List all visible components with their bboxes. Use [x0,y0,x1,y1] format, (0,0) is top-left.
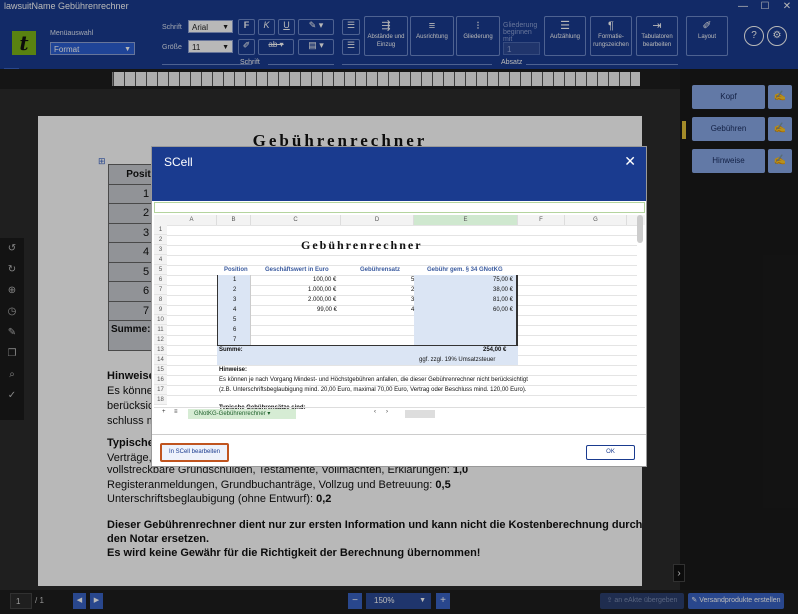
column-header[interactable]: G [565,215,627,225]
sheet-tab-bar: + ≡ GNotKG-Gebührenrechner ▾ ‹ › [154,407,645,419]
dialog-header: SCell ✕ [152,147,646,201]
row-header[interactable]: 12 [154,335,167,345]
scell-dialog: SCell ✕ A B C D E F G 1 2 3 4 5 6 7 8 9 … [151,146,647,467]
scroll-left-icon[interactable]: ‹ [374,409,376,415]
row-header[interactable]: 7 [154,285,167,295]
header-fee: Gebühr gem. § 34 GNotKG [427,267,503,273]
row-header[interactable]: 18 [154,395,167,405]
column-header[interactable]: F [518,215,565,225]
cell-pos: 6 [233,327,237,333]
sum-label: Summe: [219,347,243,353]
column-header[interactable]: D [341,215,414,225]
cell-pos: 7 [233,337,237,343]
row-headers: 1 2 3 4 5 6 7 8 9 10 11 12 13 14 15 16 1… [154,225,167,405]
sheet-tab[interactable]: GNotKG-Gebührenrechner ▾ [188,409,296,419]
cell-rate: 2 [411,287,415,293]
header-rate: Gebührensatz [360,267,401,273]
row-header[interactable]: 9 [154,305,167,315]
column-headers: A B C D E F G [154,215,645,225]
cell-rate: 5 [411,277,415,283]
sum-value: 254,00 € [483,347,507,353]
edit-in-scell-button[interactable]: In SCell bearbeiten [160,443,229,462]
row-header[interactable]: 17 [154,385,167,395]
column-header[interactable]: C [251,215,341,225]
column-header[interactable]: A [167,215,217,225]
add-sheet-icon[interactable]: + [162,409,166,415]
cell-rate: 4 [411,307,415,313]
cell-fee: 81,00 € [493,297,514,303]
vat-note: ggf. zzgl. 19% Umsatzsteuer [419,357,496,363]
header-value: Geschäftswert in Euro [265,267,329,273]
cell-rate: 3 [411,297,415,303]
cell-value: 99,00 € [317,307,338,313]
row-header[interactable]: 16 [154,375,167,385]
cell-value: 1.000,00 € [308,287,337,293]
row-header[interactable]: 11 [154,325,167,335]
scroll-right-icon[interactable]: › [386,409,388,415]
header-position: Position [224,267,248,273]
row-header[interactable]: 13 [154,345,167,355]
row-header[interactable]: 4 [154,255,167,265]
cell-pos: 4 [233,307,237,313]
hint-line: (z.B. Unterschriftsbeglaubigung mind. 20… [219,387,527,393]
hints-label: Hinweise: [219,367,248,373]
cell-pos: 2 [233,287,237,293]
row-header[interactable]: 3 [154,245,167,255]
cell-value: 100,00 € [313,277,337,283]
column-header[interactable]: B [217,215,251,225]
sheet-title: Gebührenrechner [301,238,423,252]
menu-icon[interactable]: ≡ [174,409,178,415]
row-header[interactable]: 2 [154,235,167,245]
column-header[interactable]: E [414,215,518,225]
cell-grid[interactable]: Gebührenrechner Position Geschäftswert i… [167,225,637,411]
row-header[interactable]: 6 [154,275,167,285]
close-icon[interactable]: ✕ [624,153,636,170]
horizontal-scrollbar[interactable] [405,410,435,418]
vertical-scrollbar[interactable] [637,215,643,243]
sheet-tab-label: GNotKG-Gebührenrechner [194,411,266,417]
row-header[interactable]: 14 [154,355,167,365]
spreadsheet[interactable]: A B C D E F G 1 2 3 4 5 6 7 8 9 10 11 12… [154,202,646,424]
dialog-title: SCell [164,155,193,169]
row-header[interactable]: 8 [154,295,167,305]
ok-button[interactable]: OK [586,445,635,460]
row-header[interactable]: 5 [154,265,167,275]
row-header[interactable]: 1 [154,225,167,235]
formula-bar[interactable] [154,202,645,213]
cell-value: 2.000,00 € [308,297,337,303]
dialog-footer: In SCell bearbeiten OK [152,434,646,468]
cell-fee: 75,00 € [493,277,514,283]
row-header[interactable]: 10 [154,315,167,325]
cell-pos: 5 [233,317,237,323]
row-header[interactable]: 15 [154,365,167,375]
cell-fee: 38,00 € [493,287,514,293]
cell-fee: 60,00 € [493,307,514,313]
cell-pos: 3 [233,297,237,303]
hint-line: Es können je nach Vorgang Mindest- und H… [219,377,528,383]
cell-pos: 1 [233,277,237,283]
chevron-down-icon: ▾ [267,411,271,417]
